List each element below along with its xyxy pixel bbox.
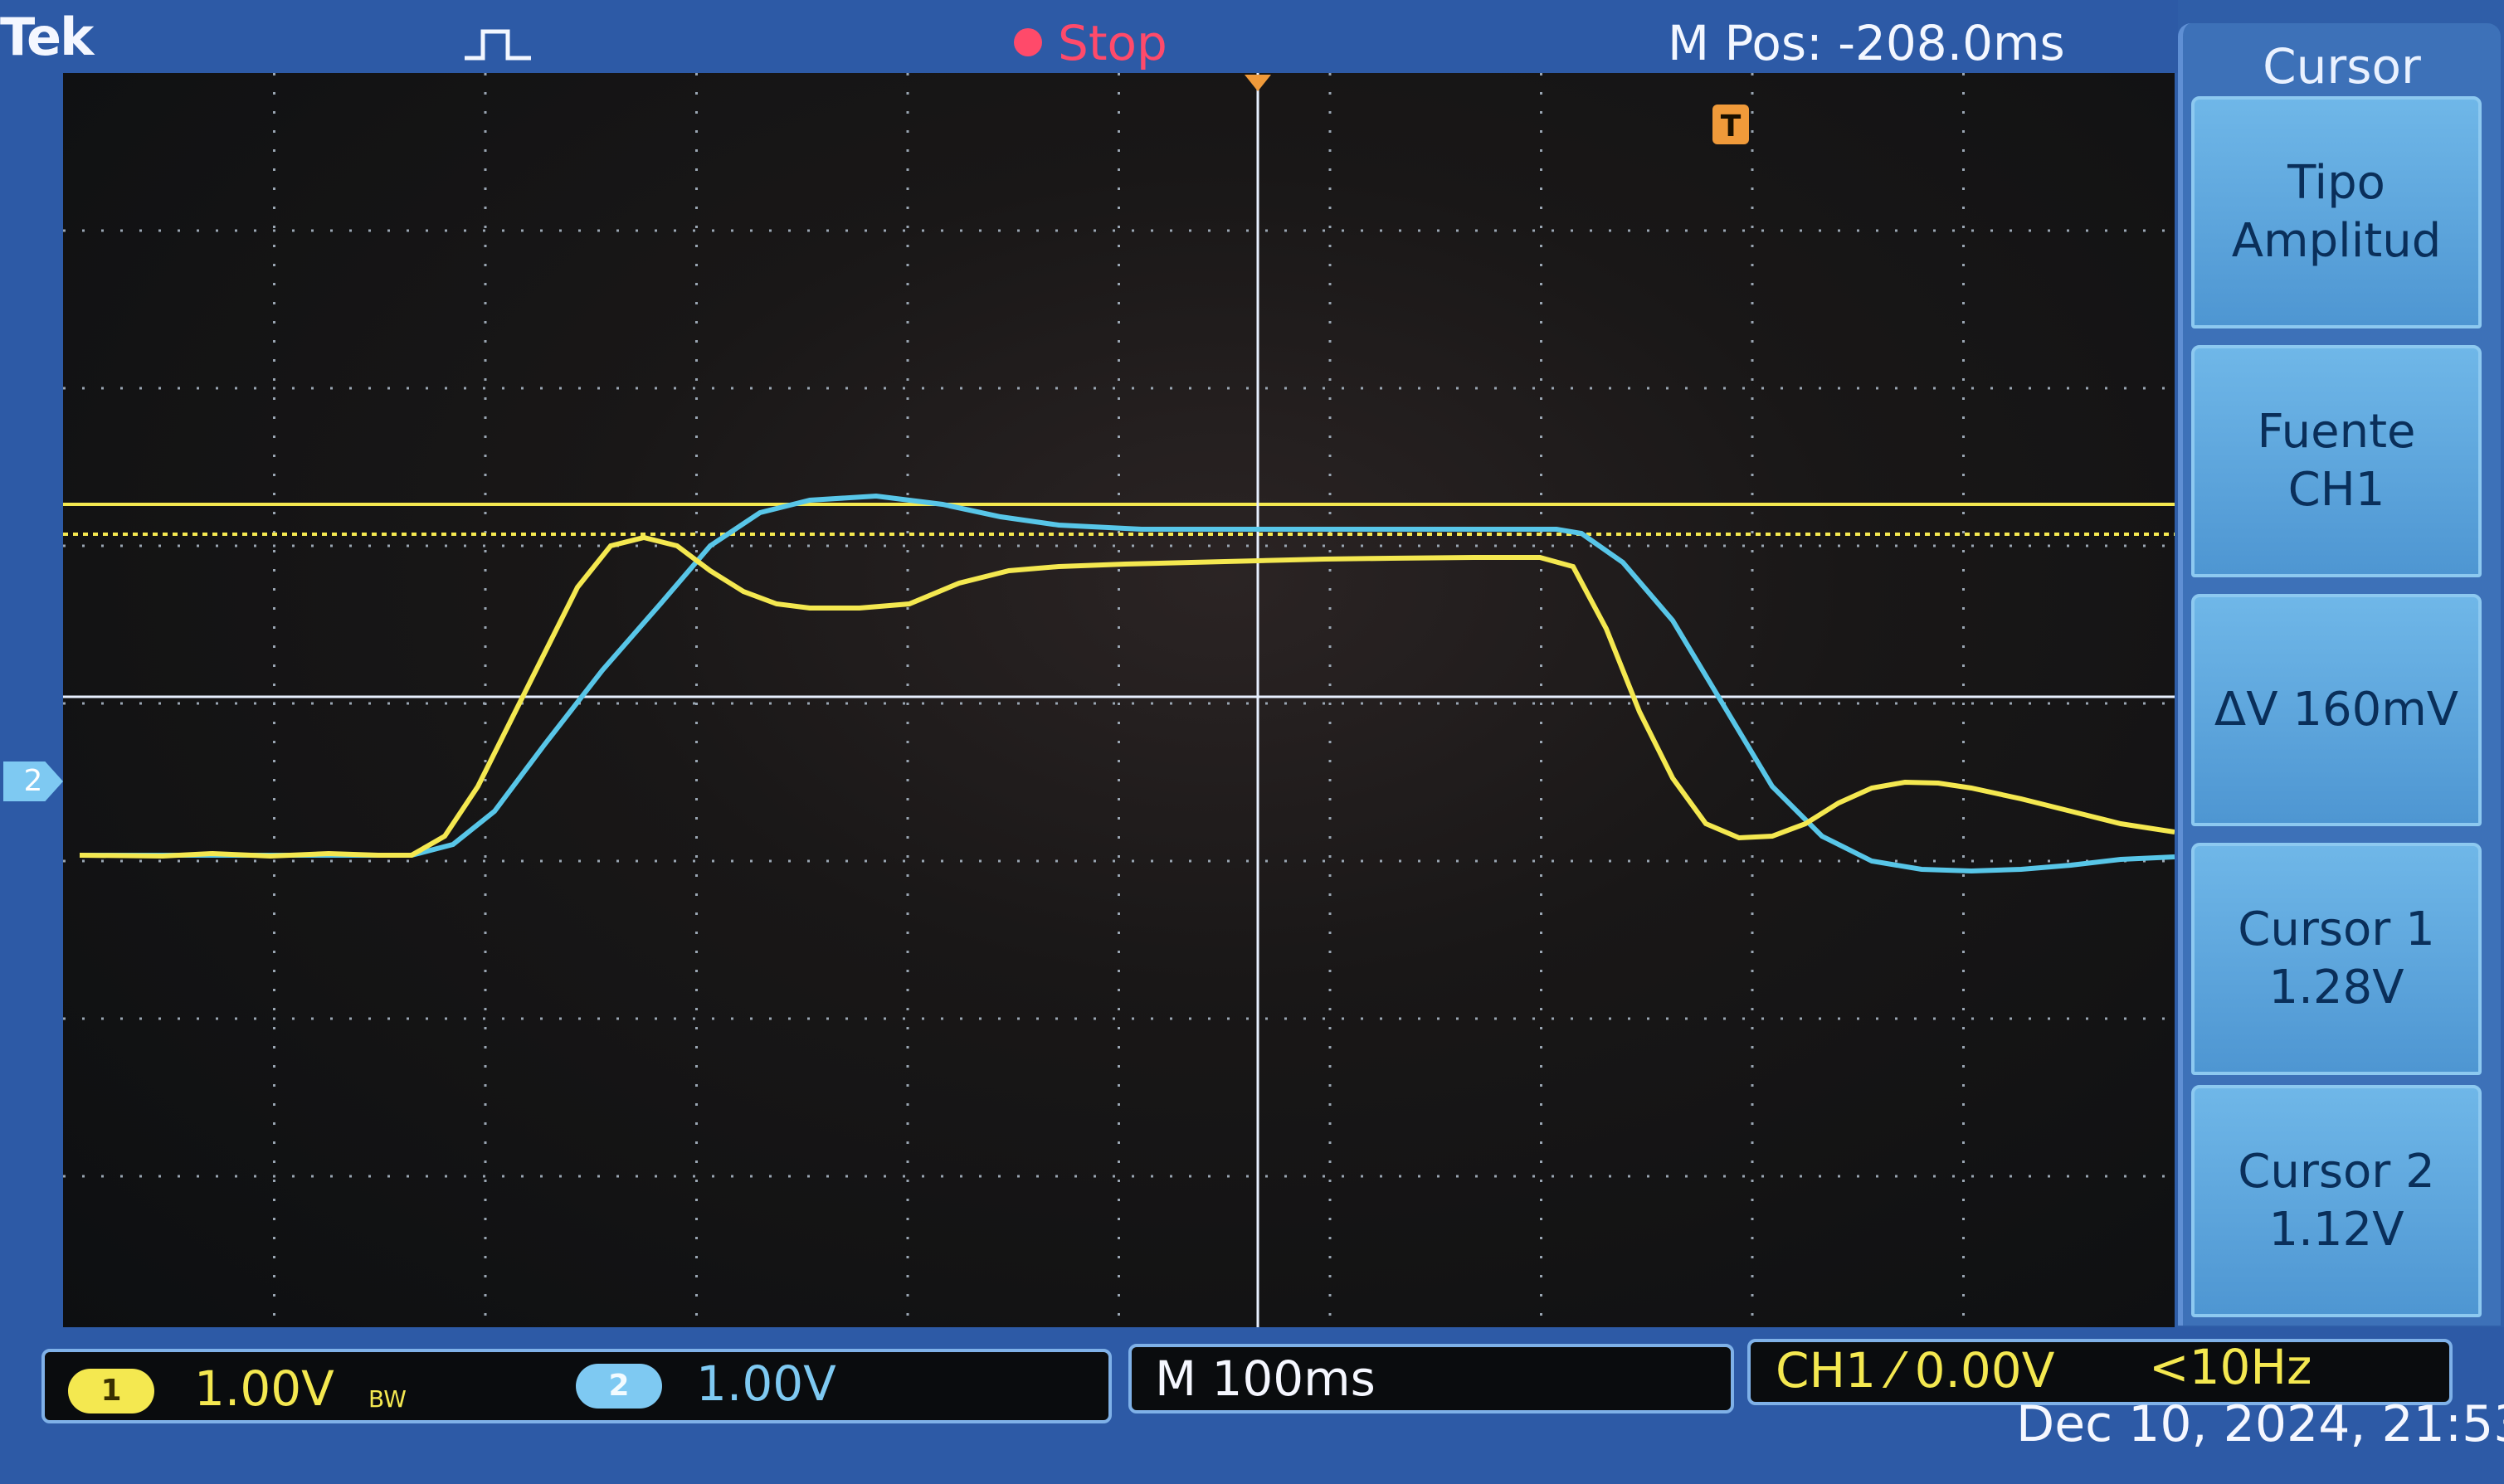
menu-button-source-value: CH1 xyxy=(2287,463,2385,517)
trigger-level-marker-icon: T xyxy=(1712,105,1749,144)
waveform-display: T xyxy=(63,73,2175,1334)
stop-indicator-icon xyxy=(1014,28,1042,56)
timebase-box: M 100ms xyxy=(1128,1344,1734,1413)
ch2-scale: 1.00V xyxy=(696,1355,836,1412)
ch2-waveform xyxy=(80,493,2175,874)
menu-button-cursor-2[interactable]: Cursor 2 1.12V xyxy=(2191,1085,2482,1317)
menu-button-type-value: Amplitud xyxy=(2231,214,2442,268)
bottom-status-bar: 1 1.00V BW 2 1.00V M 100ms CH1 ⁄ 0.00V <… xyxy=(0,1327,2504,1484)
ch2-badge[interactable]: 2 xyxy=(576,1364,662,1409)
top-status-bar: Tek Stop M Pos: -208.0ms xyxy=(0,0,2178,73)
menu-button-type-label: Tipo xyxy=(2287,156,2385,210)
ch1-bandwidth-limit: BW xyxy=(368,1385,407,1413)
menu-button-source[interactable]: Fuente CH1 xyxy=(2191,345,2482,577)
graticule xyxy=(63,73,2175,1334)
trigger-frequency: <10Hz xyxy=(2149,1339,2312,1395)
ch2-ground-marker: 2 xyxy=(3,761,63,801)
menu-button-type[interactable]: Tipo Amplitud xyxy=(2191,96,2482,328)
menu-button-cursor-1[interactable]: Cursor 1 1.28V xyxy=(2191,843,2482,1075)
trigger-setting: CH1 ⁄ 0.00V xyxy=(1776,1342,2055,1399)
svg-text:T: T xyxy=(1721,109,1742,144)
cursor-side-menu: Cursor Tipo Amplitud Fuente CH1 ΔV 160mV… xyxy=(2178,23,2501,1326)
date-time: Dec 10, 2024, 21:53 xyxy=(2016,1395,2504,1453)
run-state: Stop xyxy=(1058,15,1167,71)
menu-button-cursor-1-value: 1.28V xyxy=(2268,961,2404,1014)
brand-logo: Tek xyxy=(0,7,94,67)
waveform-svg: T xyxy=(63,73,2175,1334)
vertical-scale-box: 1 1.00V BW 2 1.00V xyxy=(41,1349,1112,1423)
menu-title: Cursor xyxy=(2263,38,2421,95)
timebase: M 100ms xyxy=(1155,1350,1376,1407)
menu-button-delta-v[interactable]: ΔV 160mV xyxy=(2191,594,2482,826)
trigger-pulse-icon xyxy=(465,29,531,61)
ch1-badge[interactable]: 1 xyxy=(68,1369,154,1413)
menu-button-delta-v-label: ΔV 160mV xyxy=(2214,683,2459,737)
horizontal-position: M Pos: -208.0ms xyxy=(1668,15,2065,71)
menu-button-cursor-2-label: Cursor 2 xyxy=(2238,1145,2435,1199)
trigger-position-marker xyxy=(1245,75,1271,91)
menu-button-cursor-1-label: Cursor 1 xyxy=(2238,903,2435,956)
left-marker-strip: 2 xyxy=(0,73,63,1367)
menu-button-cursor-2-value: 1.12V xyxy=(2268,1203,2404,1257)
ch1-scale: 1.00V xyxy=(194,1360,334,1417)
menu-button-source-label: Fuente xyxy=(2257,405,2416,459)
